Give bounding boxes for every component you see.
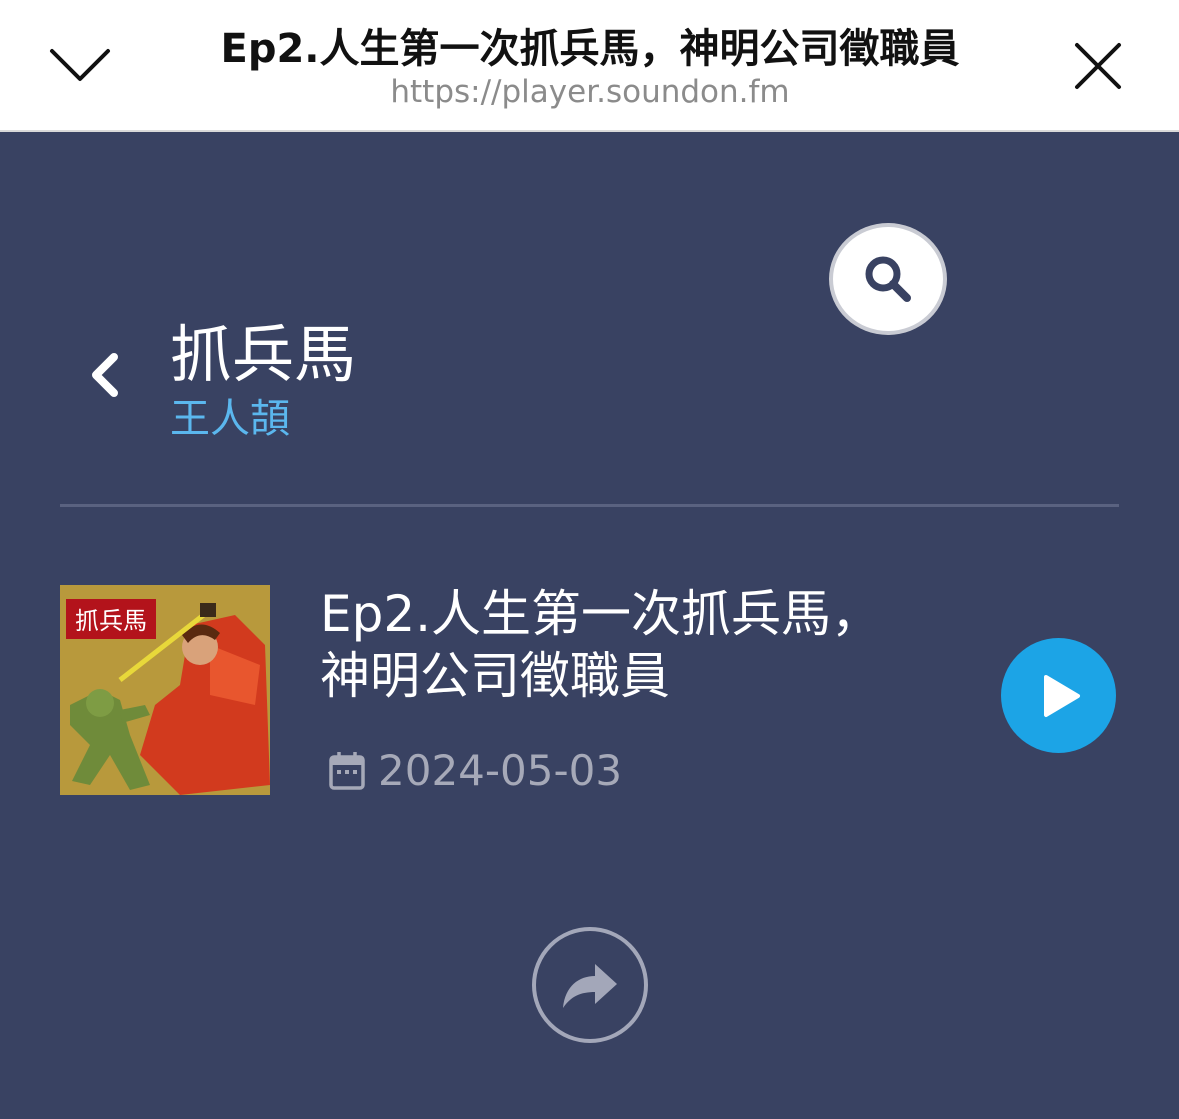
- search-button[interactable]: [829, 223, 947, 335]
- page-url: https://player.soundon.fm: [390, 74, 790, 110]
- podcast-title: 抓兵馬: [170, 318, 357, 391]
- share-button[interactable]: [532, 927, 648, 1043]
- play-button[interactable]: [1001, 638, 1116, 753]
- episode-title[interactable]: Ep2.人生第一次抓兵馬， 神明公司徵職員: [320, 583, 960, 707]
- search-icon: [865, 256, 911, 302]
- episode-date: 2024-05-03: [378, 746, 623, 795]
- cover-label: 抓兵馬: [75, 607, 147, 635]
- podcast-author[interactable]: 王人頡: [170, 386, 290, 444]
- browser-top-bar: Ep2.人生第一次抓兵馬，神明公司徵職員 https://player.soun…: [0, 0, 1179, 132]
- episode-title-line-1: Ep2.人生第一次抓兵馬，: [320, 585, 882, 643]
- play-icon: [1043, 674, 1080, 717]
- close-icon: [1075, 43, 1121, 89]
- share-icon: [563, 964, 617, 1008]
- chevron-down-icon: [50, 49, 110, 81]
- page-title: Ep2.人生第一次抓兵馬，神明公司徵職員: [220, 26, 960, 72]
- back-chevron-icon: [92, 353, 118, 397]
- episode-title-line-2: 神明公司徵職員: [320, 647, 670, 705]
- divider: [60, 504, 1119, 507]
- back-button[interactable]: [80, 345, 130, 405]
- calendar-icon: [329, 751, 365, 790]
- close-button[interactable]: [1062, 30, 1134, 102]
- episode-cover-image[interactable]: 抓兵馬: [60, 585, 270, 795]
- collapse-button[interactable]: [40, 30, 120, 100]
- episode-date-row: 2024-05-03: [328, 746, 622, 795]
- cover-artwork: 抓兵馬: [60, 585, 270, 795]
